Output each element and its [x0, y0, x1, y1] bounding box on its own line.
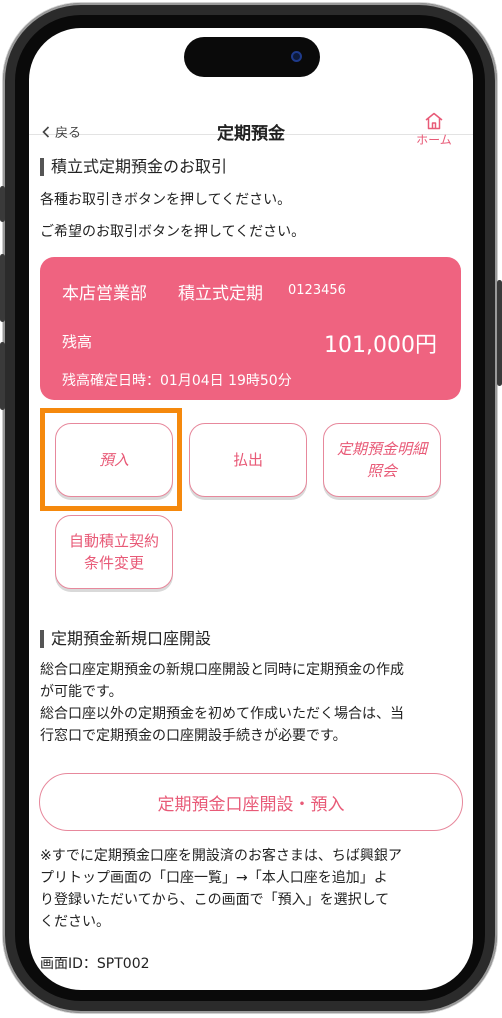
new-account-text-3: 総合口座以外の定期預金を初めて作成いただく場合は、当	[40, 706, 404, 722]
balance-label: 残高	[62, 333, 93, 351]
statement-inquiry-button[interactable]: 定期預金明細 照会	[323, 423, 441, 497]
screen: 戻る 定期預金 ホーム 積立式定期預金のお取引 各種お取引きボタンを押してくださ…	[29, 28, 473, 990]
note-line-2: プリトップ画面の「口座一覧」→「本人口座を追加」よ	[40, 870, 388, 886]
withdraw-label: 払出	[232, 451, 263, 469]
home-icon	[425, 112, 443, 130]
note-line-1: ※すでに定期預金口座を開設済のお客さまは、ちば興銀ア	[40, 848, 402, 864]
volume-down-button	[0, 342, 5, 410]
withdraw-button[interactable]: 払出	[189, 423, 307, 497]
auto-savings-label-line2: 条件変更	[83, 554, 144, 572]
section-heading-transactions: 積立式定期預金のお取引	[40, 158, 227, 176]
power-button	[497, 280, 502, 386]
auto-savings-change-button[interactable]: 自動積立契約 条件変更	[55, 515, 173, 589]
new-account-text-2: が可能です。	[40, 684, 123, 700]
branch-name: 本店営業部	[62, 284, 147, 304]
navigation-bar: 戻る 定期預金 ホーム	[29, 82, 473, 147]
page-title: 定期預金	[217, 124, 285, 144]
balance-confirmed-time: 残高確定日時：01月04日 19時50分	[62, 373, 292, 389]
statement-label-line1: 定期預金明細	[336, 440, 427, 458]
instruction-text-2: ご希望のお取引ボタンを押してください。	[40, 224, 306, 240]
instruction-text-1: 各種お取引きボタンを押してください。	[40, 192, 292, 208]
dynamic-island	[184, 37, 320, 77]
open-account-deposit-button[interactable]: 定期預金口座開設・預入	[39, 773, 463, 831]
silent-switch	[0, 186, 5, 222]
account-card: 本店営業部 積立式定期 0123456 残高 101,000円 残高確定日時：0…	[40, 257, 461, 400]
account-type: 積立式定期	[178, 284, 263, 304]
deposit-button[interactable]: 預入	[55, 423, 173, 497]
note-text: ※すでに定期預金口座を開設済のお客さまは、ちば興銀ア プリトップ画面の「口座一覧…	[40, 845, 464, 933]
volume-up-button	[0, 254, 5, 322]
note-line-4: ください。	[40, 914, 110, 930]
new-account-text-1: 総合口座定期預金の新規口座開設と同時に定期預金の作成	[40, 662, 404, 678]
auto-savings-label-line1: 自動積立契約	[68, 532, 159, 550]
note-line-3: り登録いただいてから、この画面で「預入」を選択して	[40, 892, 390, 908]
section-heading-new-account: 定期預金新規口座開設	[40, 630, 211, 648]
home-label: ホーム	[416, 133, 452, 147]
open-account-label: 定期預金口座開設・預入	[157, 794, 345, 815]
account-number: 0123456	[288, 283, 346, 298]
screen-id: 画面ID：SPT002	[40, 956, 150, 972]
home-button[interactable]: ホーム	[411, 112, 457, 148]
camera-icon	[291, 51, 302, 62]
balance-amount: 101,000円	[324, 333, 437, 358]
new-account-text-4: 行窓口で定期預金の口座開設手続きが必要です。	[40, 728, 347, 744]
statement-label-line2: 照会	[366, 462, 397, 480]
deposit-label: 預入	[98, 451, 129, 469]
